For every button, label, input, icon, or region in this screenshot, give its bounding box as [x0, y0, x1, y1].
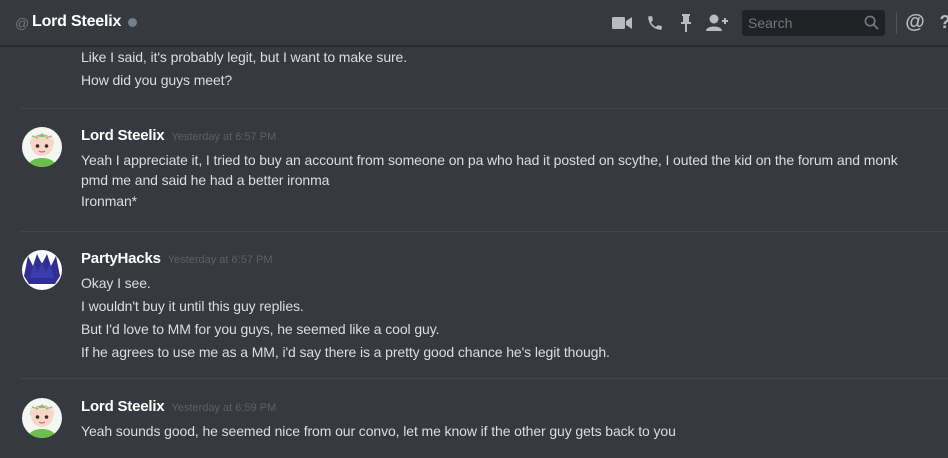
message-text: How did you guys meet?: [81, 72, 233, 88]
message-text: Ironman*: [81, 193, 138, 209]
author-name[interactable]: Lord Steelix: [81, 127, 165, 144]
message-divider: [20, 108, 948, 109]
help-icon[interactable]: ?: [938, 11, 948, 33]
message-text: Yeah sounds good, he seemed nice from ou…: [81, 423, 676, 439]
avatar[interactable]: [22, 250, 62, 290]
search-icon: [864, 15, 879, 35]
author-name[interactable]: Lord Steelix: [81, 398, 165, 415]
message-text: But I'd love to MM for you guys, he seem…: [81, 321, 440, 337]
phone-call-icon[interactable]: [645, 12, 665, 34]
message-text: Okay I see.: [81, 275, 151, 291]
message-text: Yeah I appreciate it, I tried to buy an …: [81, 152, 898, 188]
message-divider: [20, 378, 948, 379]
search-input[interactable]: [742, 10, 863, 36]
message-timestamp: Yesterday at 6:59 PM: [171, 402, 277, 414]
avatar[interactable]: [22, 398, 62, 438]
author-name[interactable]: PartyHacks: [81, 250, 161, 267]
message-text: Like I said, it's probably legit, but I …: [81, 49, 408, 65]
dm-at-icon: @: [15, 15, 30, 31]
message-timestamp: Yesterday at 6:57 PM: [167, 254, 273, 266]
add-friend-icon[interactable]: [706, 12, 728, 34]
status-indicator: [128, 18, 137, 27]
channel-header: @ Lord Steelix @ ?: [0, 0, 948, 46]
message-divider: [20, 231, 948, 232]
pin-icon[interactable]: [678, 12, 694, 34]
message-list[interactable]: Like I said, it's probably legit, but I …: [0, 47, 948, 458]
message-text: I wouldn't buy it until this guy replies…: [81, 298, 304, 314]
message-author[interactable]: Lord Steelix Yesterday at 6:57 PM: [81, 127, 276, 144]
message-author[interactable]: PartyHacks Yesterday at 6:57 PM: [81, 250, 273, 267]
mention-icon[interactable]: @: [904, 11, 926, 33]
message-timestamp: Yesterday at 6:57 PM: [171, 131, 277, 143]
avatar[interactable]: [22, 127, 62, 167]
message-text: If he agrees to use me as a MM, i'd say …: [81, 344, 610, 360]
header-divider: [896, 12, 897, 34]
dm-recipient-name[interactable]: Lord Steelix: [32, 13, 121, 31]
message-author[interactable]: Lord Steelix Yesterday at 6:59 PM: [81, 398, 276, 415]
search-box[interactable]: [742, 10, 885, 36]
video-call-icon[interactable]: [612, 12, 632, 34]
